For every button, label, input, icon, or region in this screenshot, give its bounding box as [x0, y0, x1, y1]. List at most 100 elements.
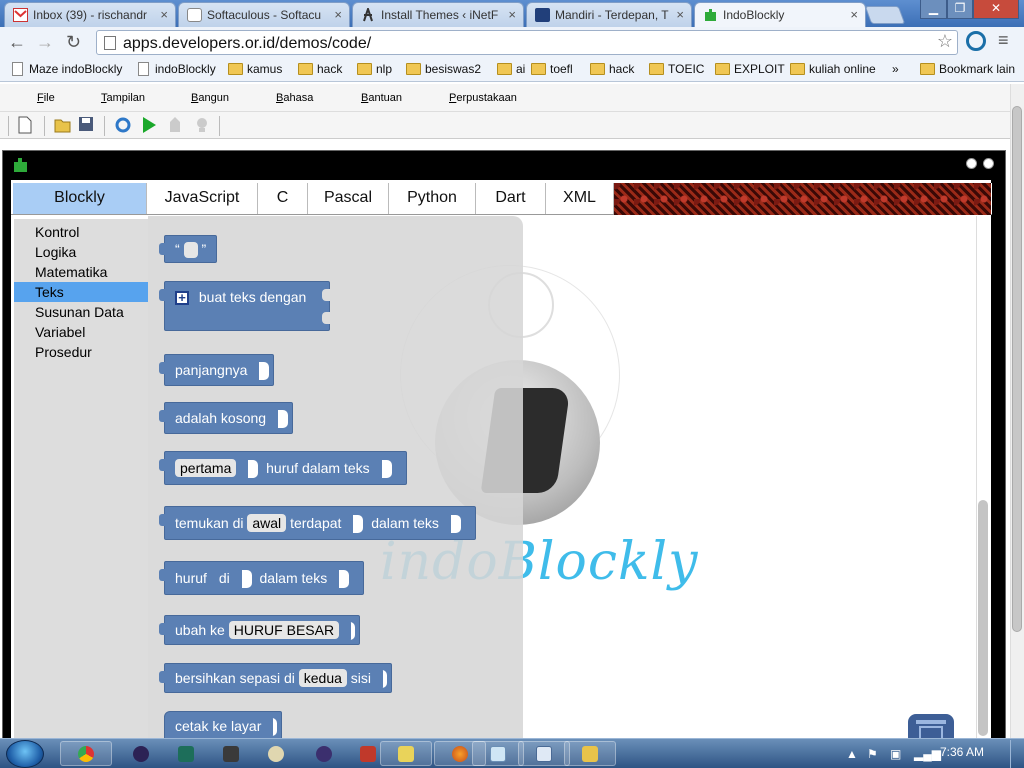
- show-desktop-button[interactable]: [1010, 740, 1024, 768]
- bookmark-item[interactable]: kamus: [228, 62, 282, 76]
- taskbar-app-3[interactable]: [380, 741, 432, 766]
- category-logika[interactable]: Logika: [14, 242, 148, 262]
- address-bar[interactable]: apps.developers.or.id/demos/code/ ☆: [96, 30, 958, 55]
- text-length-block[interactable]: panjangnya: [159, 354, 275, 387]
- close-icon[interactable]: ×: [850, 7, 858, 22]
- network-icon[interactable]: ▣: [890, 747, 901, 761]
- new-file-icon[interactable]: [17, 116, 35, 134]
- close-icon[interactable]: ×: [508, 7, 516, 22]
- menu-bangun[interactable]: Bangun: [191, 92, 229, 104]
- menu-file[interactable]: File: [37, 92, 55, 104]
- open-folder-icon[interactable]: [54, 116, 72, 134]
- close-icon[interactable]: ×: [160, 7, 168, 22]
- case-dropdown[interactable]: HURUF BESAR: [228, 621, 340, 639]
- wrench-menu-icon[interactable]: ≡: [998, 30, 1009, 51]
- taskbar-notepad[interactable]: [472, 741, 524, 766]
- minimize-window-button[interactable]: ▁: [920, 0, 947, 19]
- minimize-panel-icon[interactable]: [966, 158, 977, 169]
- bookmark-item[interactable]: kuliah online: [790, 62, 876, 76]
- text-getletter-block[interactable]: huruf di dalam teks: [159, 561, 365, 595]
- text-print-block[interactable]: cetak ke layar: [164, 711, 283, 742]
- bookmark-item[interactable]: toefl: [531, 62, 573, 76]
- bulb-icon[interactable]: [193, 116, 211, 134]
- close-icon[interactable]: ×: [334, 7, 342, 22]
- side-dropdown[interactable]: kedua: [298, 669, 347, 687]
- back-arrow-icon[interactable]: ←: [8, 31, 26, 53]
- tab-xml[interactable]: XML: [546, 183, 614, 214]
- category-teks[interactable]: Teks: [14, 282, 148, 302]
- other-bookmarks[interactable]: Bookmark lain: [920, 62, 1015, 76]
- taskbar-chrome[interactable]: [60, 741, 112, 766]
- save-icon[interactable]: [78, 116, 96, 134]
- taskbar-gimp[interactable]: [250, 741, 302, 766]
- start-button[interactable]: [6, 740, 44, 768]
- end-dropdown[interactable]: awal: [247, 514, 287, 532]
- action-center-flag-icon[interactable]: ⚑: [867, 747, 878, 761]
- mutator-plus-icon[interactable]: +: [175, 291, 189, 306]
- tray-expand-icon[interactable]: ▲: [846, 747, 858, 761]
- menu-tampilan[interactable]: Tampilan: [101, 92, 145, 104]
- category-variabel[interactable]: Variabel: [14, 322, 148, 342]
- browser-tab-softaculous[interactable]: Softaculous - Softacu ×: [178, 2, 350, 27]
- folder-icon: [590, 63, 605, 75]
- browser-tab-install-themes[interactable]: Install Themes ‹ iNetF ×: [352, 2, 524, 27]
- tab-python[interactable]: Python: [389, 183, 476, 214]
- close-window-button[interactable]: ✕: [973, 0, 1019, 19]
- text-join-block[interactable]: + buat teks dengan: [159, 281, 330, 331]
- maximize-window-button[interactable]: ❐: [947, 0, 973, 19]
- bookmark-item[interactable]: besiswas2: [406, 62, 481, 76]
- bookmark-item[interactable]: indoBlockly: [136, 62, 216, 76]
- text-indexof-block[interactable]: temukan di awal terdapat dalam teks: [159, 506, 476, 540]
- close-icon[interactable]: ×: [676, 7, 684, 22]
- menu-bantuan[interactable]: Bantuan: [361, 92, 402, 104]
- bookmarks-overflow-chevron[interactable]: »: [876, 62, 899, 76]
- bookmark-item[interactable]: ai: [497, 62, 525, 76]
- bookmark-item[interactable]: hack: [590, 62, 634, 76]
- upload-icon[interactable]: [166, 116, 184, 134]
- taskbar-window[interactable]: [518, 741, 570, 766]
- tab-javascript[interactable]: JavaScript: [147, 183, 258, 214]
- text-string-block[interactable]: “ ”: [159, 235, 218, 263]
- bookmark-item[interactable]: hack: [298, 62, 342, 76]
- text-changecase-block[interactable]: ubah ke HURUF BESAR: [159, 615, 360, 646]
- restore-panel-icon[interactable]: [983, 158, 994, 169]
- menu-perpustakaan[interactable]: Perpustakaan: [449, 92, 517, 104]
- text-trim-block[interactable]: bersihkan sepasi di kedua sisi: [159, 663, 392, 694]
- reload-icon[interactable]: ↻: [66, 31, 81, 53]
- category-prosedur[interactable]: Prosedur: [14, 342, 148, 362]
- taskbar-clock[interactable]: 7:36 AM: [940, 745, 984, 759]
- page-scrollbar-thumb[interactable]: [1012, 106, 1022, 632]
- tab-dart[interactable]: Dart: [476, 183, 546, 214]
- category-matematika[interactable]: Matematika: [14, 262, 148, 282]
- trash-can-icon[interactable]: [908, 714, 954, 740]
- category-kontrol[interactable]: Kontrol: [14, 222, 148, 242]
- text-field[interactable]: [183, 242, 198, 259]
- signal-icon[interactable]: ▂▄▆: [914, 747, 941, 761]
- bookmark-item[interactable]: nlp: [357, 62, 392, 76]
- bookmark-item[interactable]: Maze indoBlockly: [10, 62, 122, 76]
- position-dropdown[interactable]: pertama: [175, 459, 237, 477]
- text-charat-block[interactable]: pertama huruf dalam teks: [159, 451, 407, 485]
- browser-tab-mandiri[interactable]: Mandiri - Terdepan, T ×: [526, 2, 692, 27]
- tab-blockly[interactable]: Blockly: [13, 183, 147, 214]
- new-tab-button[interactable]: [864, 6, 906, 24]
- bookmark-star-icon[interactable]: ☆: [937, 31, 953, 52]
- menu-bahasa[interactable]: Bahasa: [276, 92, 313, 104]
- run-icon[interactable]: [140, 116, 158, 134]
- folder-icon: [357, 63, 372, 75]
- tab-c[interactable]: C: [258, 183, 308, 214]
- bookmark-label: besiswas2: [425, 62, 482, 76]
- tab-pascal[interactable]: Pascal: [308, 183, 389, 214]
- taskbar-explorer[interactable]: [564, 741, 616, 766]
- gmail-icon: [13, 8, 28, 22]
- bookmark-item[interactable]: EXPLOIT: [715, 62, 785, 76]
- forward-arrow-icon[interactable]: →: [36, 31, 54, 53]
- workspace-scrollbar-thumb[interactable]: [978, 500, 988, 736]
- category-susunan-data[interactable]: Susunan Data: [14, 302, 148, 322]
- browser-tab-gmail[interactable]: Inbox (39) - rischandr ×: [4, 2, 176, 27]
- refresh-icon[interactable]: [114, 116, 132, 134]
- extension-icon[interactable]: [966, 31, 986, 51]
- text-isempty-block[interactable]: adalah kosong: [159, 402, 293, 435]
- browser-tab-indoblockly[interactable]: IndoBlockly ×: [694, 2, 866, 27]
- bookmark-item[interactable]: TOEIC: [649, 62, 704, 76]
